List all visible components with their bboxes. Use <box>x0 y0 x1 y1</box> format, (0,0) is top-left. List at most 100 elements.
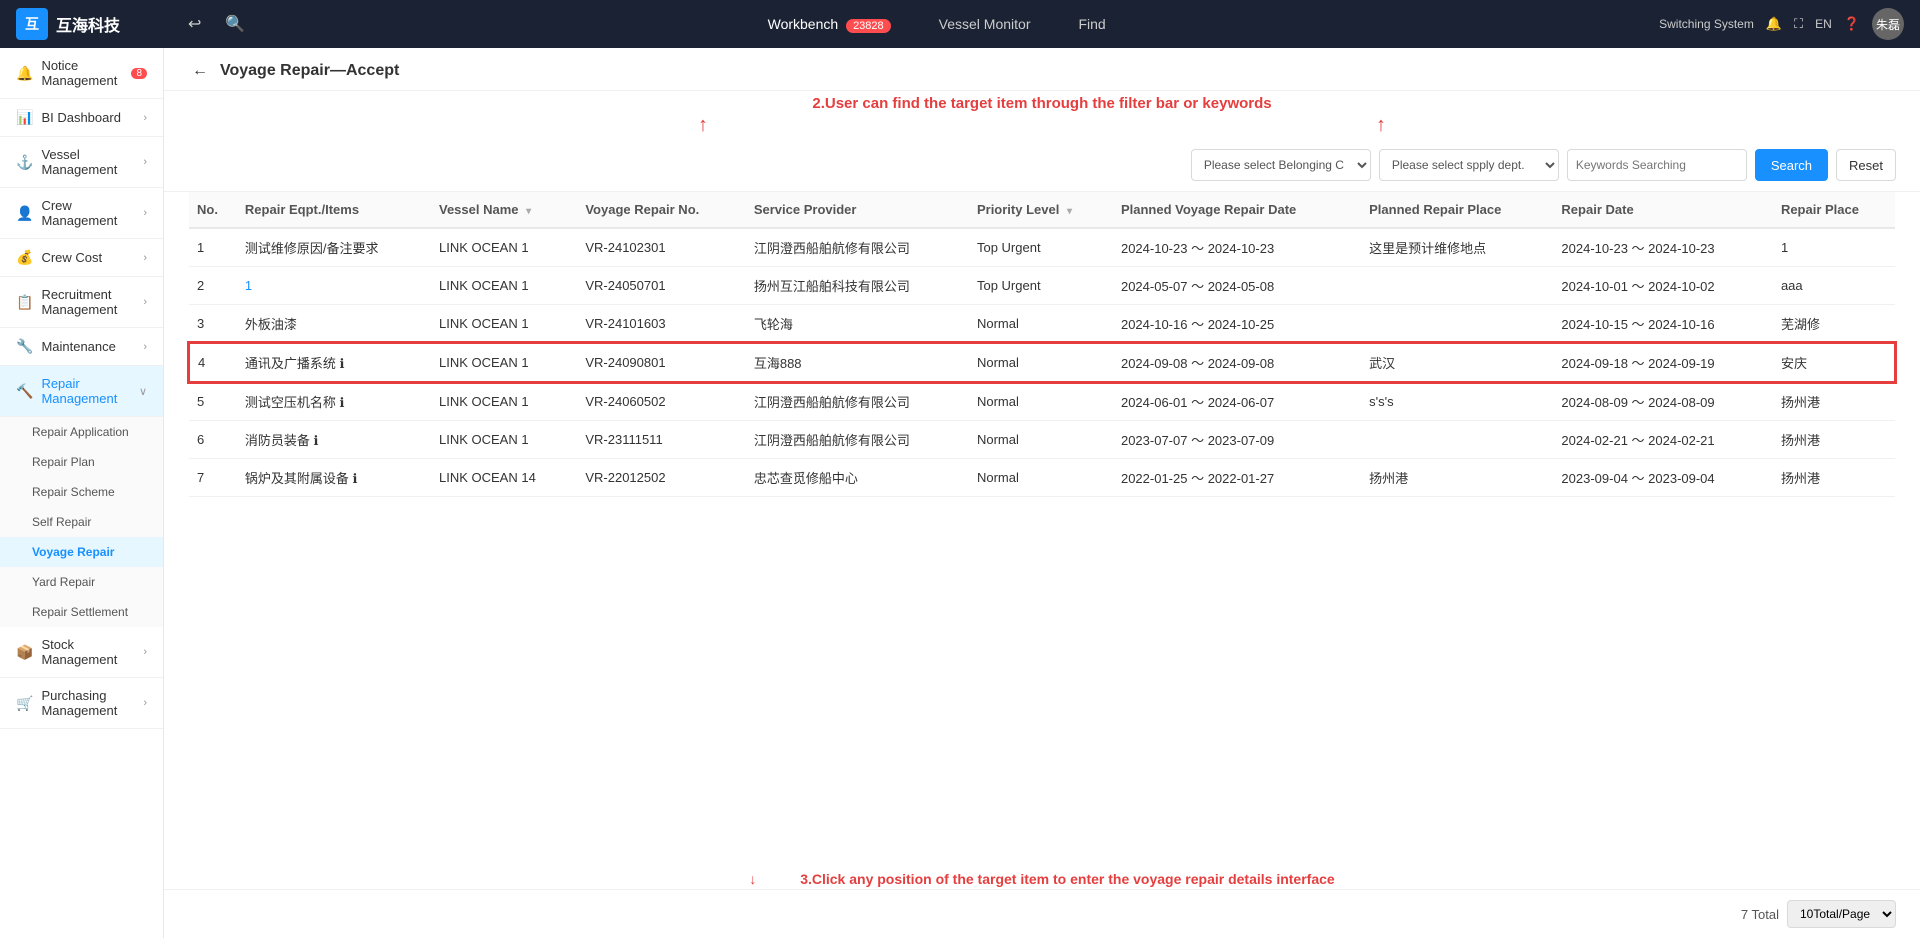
logo-icon: 互 <box>16 8 48 40</box>
table-row[interactable]: 7锅炉及其附属设备 ℹLINK OCEAN 14VR-22012502忠芯查觅修… <box>189 459 1895 497</box>
cell-repair-date: 2024-10-23 ～ 2024-10-23 <box>1553 228 1773 267</box>
annotation-top-text: 2.User can find the target item through … <box>164 95 1920 112</box>
sidebar-item-repair-plan[interactable]: Repair Plan <box>0 447 163 477</box>
dept-select[interactable]: Please select spply dept. <box>1379 149 1559 181</box>
table-body: 1测试维修原因/备注要求LINK OCEAN 1VR-24102301江阴澄西船… <box>189 228 1895 497</box>
sidebar-item-repair-mgmt[interactable]: 🔨 Repair Management ∨ <box>0 366 163 417</box>
workbench-badge: 23828 <box>846 19 891 33</box>
back-nav-icon[interactable]: ↩ <box>184 10 205 38</box>
cell-priority-level: Normal <box>969 343 1113 382</box>
sidebar-item-maintenance[interactable]: 🔧 Maintenance › <box>0 328 163 366</box>
sidebar-item-vessel[interactable]: ⚓ Vessel Management › <box>0 137 163 188</box>
th-repair-place: Repair Place <box>1773 192 1895 228</box>
cell-repair-items: 测试空压机名称 ℹ <box>237 382 431 421</box>
repair-table: No. Repair Eqpt./Items Vessel Name ▾ Voy… <box>188 192 1896 497</box>
cell-voyage-repair-no: VR-22012502 <box>577 459 746 497</box>
table-row[interactable]: 1测试维修原因/备注要求LINK OCEAN 1VR-24102301江阴澄西船… <box>189 228 1895 267</box>
sidebar-label-crew-mgmt: Crew Management <box>41 198 135 228</box>
sidebar-item-notice[interactable]: 🔔 NoticeManagement 8 <box>0 48 163 99</box>
back-button[interactable]: ← <box>188 60 212 82</box>
logo-area: 互 互海科技 <box>16 8 176 40</box>
cell-repair-place: 安庆 <box>1773 343 1895 382</box>
cell-no: 4 <box>189 343 237 382</box>
sidebar-item-repair-settlement[interactable]: Repair Settlement <box>0 597 163 627</box>
workbench-nav[interactable]: Workbench 23828 <box>760 12 899 36</box>
crew-cost-arrow-icon: › <box>143 252 147 264</box>
belonging-select[interactable]: Please select Belonging C <box>1191 149 1371 181</box>
sidebar-item-voyage-repair[interactable]: Voyage Repair <box>0 537 163 567</box>
annotation-bottom-wrapper: ↓ 3.Click any position of the target ite… <box>164 869 1920 889</box>
find-nav[interactable]: Find <box>1070 12 1113 36</box>
sidebar-item-repair-scheme[interactable]: Repair Scheme <box>0 477 163 507</box>
nav-icons: ↩ 🔍 <box>184 10 249 38</box>
cell-planned-voyage-repair-date: 2023-07-07 ～ 2023-07-09 <box>1113 421 1361 459</box>
cell-planned-repair-place <box>1361 305 1553 344</box>
sidebar-item-self-repair[interactable]: Self Repair <box>0 507 163 537</box>
cell-planned-repair-place: 这里是预计维修地点 <box>1361 228 1553 267</box>
bottom-arrow: ↓ <box>749 871 756 887</box>
th-no: No. <box>189 192 237 228</box>
fullscreen-icon[interactable]: ⛶ <box>1794 16 1803 32</box>
cell-priority-level: Normal <box>969 305 1113 344</box>
right-navigation: Switching System 🔔 ⛶ EN ❓ 朱磊 <box>1624 8 1904 40</box>
cell-repair-items: 外板油漆 <box>237 305 431 344</box>
cell-voyage-repair-no: VR-24102301 <box>577 228 746 267</box>
cell-repair-place: 芜湖修 <box>1773 305 1895 344</box>
main-layout: 🔔 NoticeManagement 8 📊 BI Dashboard › ⚓ … <box>0 48 1920 938</box>
vessel-monitor-nav[interactable]: Vessel Monitor <box>931 12 1039 36</box>
notice-icon: 🔔 <box>16 65 33 82</box>
table-row[interactable]: 6消防员装备 ℹLINK OCEAN 1VR-23111511江阴澄西船舶航修有… <box>189 421 1895 459</box>
sidebar-label-notice: NoticeManagement <box>41 58 123 88</box>
sidebar-item-bi[interactable]: 📊 BI Dashboard › <box>0 99 163 137</box>
sidebar-item-purchasing[interactable]: 🛒 Purchasing Management › <box>0 678 163 729</box>
crew-cost-icon: 💰 <box>16 249 33 266</box>
cell-service-provider: 扬州互江船舶科技有限公司 <box>746 267 969 305</box>
sidebar-item-repair-application[interactable]: Repair Application <box>0 417 163 447</box>
repair-mgmt-icon: 🔨 <box>16 383 33 400</box>
sidebar-label-vessel: Vessel Management <box>41 147 135 177</box>
table-row[interactable]: 21LINK OCEAN 1VR-24050701扬州互江船舶科技有限公司Top… <box>189 267 1895 305</box>
sidebar-item-crew-mgmt[interactable]: 👤 Crew Management › <box>0 188 163 239</box>
search-nav-icon[interactable]: 🔍 <box>221 10 249 38</box>
cell-vessel-name: LINK OCEAN 1 <box>431 382 577 421</box>
cell-service-provider: 飞轮海 <box>746 305 969 344</box>
cell-service-provider: 江阴澄西船舶航修有限公司 <box>746 228 969 267</box>
table-row[interactable]: 3外板油漆LINK OCEAN 1VR-24101603飞轮海Normal202… <box>189 305 1895 344</box>
th-priority-level[interactable]: Priority Level ▾ <box>969 192 1113 228</box>
cell-planned-voyage-repair-date: 2024-10-23 ～ 2024-10-23 <box>1113 228 1361 267</box>
cell-vessel-name: LINK OCEAN 1 <box>431 421 577 459</box>
cell-repair-date: 2024-10-15 ～ 2024-10-16 <box>1553 305 1773 344</box>
notification-icon[interactable]: 🔔 <box>1766 16 1782 32</box>
table-row[interactable]: 4通讯及广播系统 ℹLINK OCEAN 1VR-24090801互海888No… <box>189 343 1895 382</box>
recruitment-arrow-icon: › <box>143 296 147 308</box>
th-vessel-name[interactable]: Vessel Name ▾ <box>431 192 577 228</box>
sidebar-item-stock[interactable]: 📦 Stock Management › <box>0 627 163 678</box>
sidebar: 🔔 NoticeManagement 8 📊 BI Dashboard › ⚓ … <box>0 48 164 938</box>
sidebar-item-crew-cost[interactable]: 💰 Crew Cost › <box>0 239 163 277</box>
maintenance-arrow-icon: › <box>143 341 147 353</box>
company-name: 互海科技 <box>56 12 120 36</box>
repair-item-link[interactable]: 1 <box>245 278 252 293</box>
reset-button[interactable]: Reset <box>1836 149 1896 181</box>
total-text: 7 Total <box>1741 907 1779 922</box>
cell-priority-level: Top Urgent <box>969 267 1113 305</box>
help-icon[interactable]: ❓ <box>1844 16 1860 32</box>
annotation-arrows: ↑ ↑ <box>364 112 1720 139</box>
cell-service-provider: 江阴澄西船舶航修有限公司 <box>746 421 969 459</box>
sidebar-item-recruitment[interactable]: 📋 Recruitment Management › <box>0 277 163 328</box>
avatar[interactable]: 朱磊 <box>1872 8 1904 40</box>
sidebar-item-yard-repair[interactable]: Yard Repair <box>0 567 163 597</box>
search-button[interactable]: Search <box>1755 149 1828 181</box>
per-page-select[interactable]: 10Total/Page20Total/Page50Total/Page <box>1787 900 1896 928</box>
language-btn[interactable]: EN <box>1815 17 1832 31</box>
priority-sort-icon: ▾ <box>1067 206 1072 217</box>
annotation-top-wrapper: 2.User can find the target item through … <box>164 91 1920 139</box>
table-footer: 7 Total 10Total/Page20Total/Page50Total/… <box>164 889 1920 938</box>
th-voyage-repair-no: Voyage Repair No. <box>577 192 746 228</box>
cell-priority-level: Normal <box>969 459 1113 497</box>
keywords-input[interactable] <box>1567 149 1747 181</box>
table-row[interactable]: 5测试空压机名称 ℹLINK OCEAN 1VR-24060502江阴澄西船舶航… <box>189 382 1895 421</box>
switching-system-btn[interactable]: Switching System <box>1659 17 1754 31</box>
page-header: ← Voyage Repair—Accept <box>164 48 1920 91</box>
cell-no: 6 <box>189 421 237 459</box>
